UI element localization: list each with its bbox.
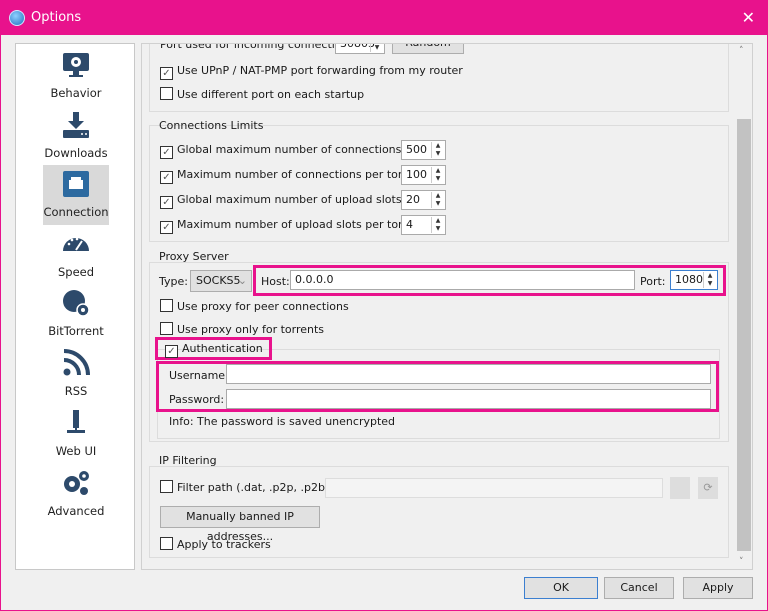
filter-path-checkbox[interactable]: Filter path (.dat, .p2p, .p2b): bbox=[160, 480, 333, 494]
browse-folder-icon[interactable] bbox=[670, 477, 690, 499]
sidebar-item-web-ui[interactable]: Web UI bbox=[43, 404, 109, 464]
sidebar-label: Behavior bbox=[50, 86, 102, 100]
speedometer-icon bbox=[63, 237, 89, 251]
sidebar-item-downloads[interactable]: Downloads bbox=[43, 106, 109, 166]
random-port-button[interactable]: Random bbox=[392, 44, 464, 54]
sidebar-label: Advanced bbox=[47, 504, 105, 518]
rss-icon bbox=[63, 349, 90, 376]
qbittorrent-logo-icon bbox=[9, 10, 25, 26]
apply-button[interactable]: Apply bbox=[683, 577, 753, 599]
sidebar-item-connection[interactable]: Connection bbox=[43, 165, 109, 225]
title-bar: Options ✕ bbox=[1, 1, 767, 35]
sidebar-item-speed[interactable]: Speed bbox=[43, 225, 109, 285]
sidebar-item-rss[interactable]: RSS bbox=[43, 344, 109, 404]
sidebar-item-behavior[interactable]: Behavior bbox=[43, 46, 109, 106]
proxy-torrents-only-checkbox[interactable]: Use proxy only for torrents bbox=[160, 322, 324, 336]
monitor-gear-icon bbox=[63, 53, 89, 77]
sidebar-label: Downloads bbox=[44, 146, 108, 160]
globe-gear-icon bbox=[63, 290, 90, 317]
proxy-host-input[interactable]: 0.0.0.0 bbox=[290, 270, 635, 290]
password-info-text: Info: The password is saved unencrypted bbox=[169, 415, 396, 428]
limit-checkbox[interactable]: ✓ Global maximum number of upload slots: bbox=[160, 193, 405, 209]
apply-trackers-checkbox[interactable]: Apply to trackers bbox=[160, 537, 271, 551]
different-port-checkbox[interactable]: Use different port on each startup bbox=[160, 87, 364, 101]
password-label: Password: bbox=[169, 393, 225, 406]
chevron-down-icon: ⌄ bbox=[237, 274, 247, 287]
username-input[interactable] bbox=[226, 364, 711, 384]
cancel-button[interactable]: Cancel bbox=[604, 577, 674, 599]
sidebar-label: Web UI bbox=[55, 444, 97, 458]
listening-port-input[interactable]: 30803▲▼ bbox=[335, 44, 385, 54]
window-title: Options bbox=[31, 10, 82, 25]
username-label: Username: bbox=[169, 369, 229, 382]
vertical-scrollbar[interactable]: ˄ ˅ bbox=[736, 44, 752, 569]
sidebar-label: Connection bbox=[43, 205, 109, 219]
port-label: Port used for incoming connections: bbox=[160, 43, 358, 51]
sidebar-item-advanced[interactable]: Advanced bbox=[43, 464, 109, 524]
upnp-checkbox[interactable]: ✓ Use UPnP / NAT-PMP port forwarding from… bbox=[160, 64, 463, 80]
limit-checkbox[interactable]: ✓ Global maximum number of connections: bbox=[160, 143, 405, 159]
group-title: Proxy Server bbox=[159, 250, 229, 263]
proxy-type-select[interactable]: SOCKS5 ⌄ bbox=[190, 270, 252, 292]
reload-icon[interactable]: ⟳ bbox=[698, 477, 718, 499]
sidebar-label: Speed bbox=[57, 265, 95, 279]
limit-checkbox[interactable]: ✓ Maximum number of upload slots per torr… bbox=[160, 218, 428, 234]
limit-spinbox[interactable]: 500 ▲ ▼ bbox=[401, 140, 446, 160]
gears-icon bbox=[64, 471, 89, 495]
port-label: Port: bbox=[640, 275, 666, 288]
limit-spinbox[interactable]: 100 ▲ ▼ bbox=[401, 165, 446, 185]
password-input[interactable] bbox=[226, 389, 711, 409]
sidebar-label: BitTorrent bbox=[48, 324, 104, 338]
web-ui-icon bbox=[67, 410, 85, 433]
limit-checkbox[interactable]: ✓ Maximum number of connections per torre… bbox=[160, 168, 428, 184]
limit-spinbox[interactable]: 20 ▲ ▼ bbox=[401, 190, 446, 210]
sidebar: Behavior Downloads Connection Speed BitT… bbox=[15, 43, 135, 570]
proxy-peer-checkbox[interactable]: Use proxy for peer connections bbox=[160, 299, 349, 313]
scroll-up-icon: ˄ bbox=[739, 46, 744, 56]
scroll-down-icon: ˅ bbox=[739, 557, 744, 567]
group-title: Connections Limits bbox=[159, 119, 264, 132]
limit-spinbox[interactable]: 4 ▲ ▼ bbox=[401, 215, 446, 235]
host-label: Host: bbox=[261, 275, 290, 288]
ok-button[interactable]: OK bbox=[524, 577, 598, 599]
proxy-type-label: Type: bbox=[159, 275, 188, 288]
group-title: IP Filtering bbox=[159, 454, 217, 467]
settings-panel: Port used for incoming connections: 3080… bbox=[141, 43, 753, 570]
scrollbar-thumb[interactable] bbox=[737, 119, 751, 551]
authentication-checkbox[interactable]: ✓ Authentication bbox=[165, 342, 263, 358]
ethernet-icon bbox=[63, 171, 89, 197]
sidebar-item-bittorrent[interactable]: BitTorrent bbox=[43, 284, 109, 344]
proxy-port-spinbox[interactable]: 1080 ▲ ▼ bbox=[670, 270, 718, 290]
close-icon[interactable]: ✕ bbox=[742, 8, 755, 27]
filter-path-input[interactable] bbox=[325, 478, 663, 498]
download-icon bbox=[63, 112, 89, 138]
banned-ips-button[interactable]: Manually banned IP addresses... bbox=[160, 506, 320, 543]
sidebar-label: RSS bbox=[64, 384, 88, 398]
options-dialog: Options ✕ Behavior Downloads Connection … bbox=[0, 0, 768, 611]
